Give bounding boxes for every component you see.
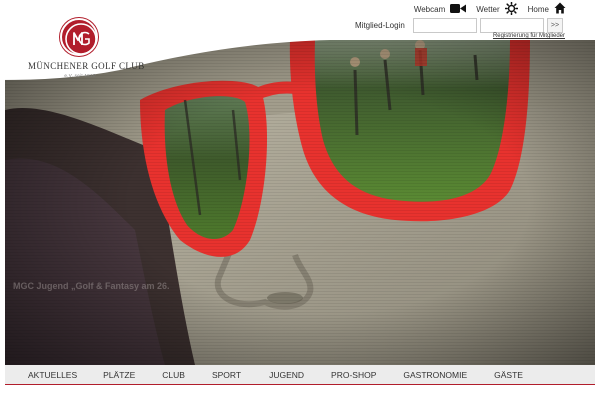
mgc-logo-icon (60, 18, 98, 56)
hero-image (5, 40, 595, 365)
nav-jugend[interactable]: JUGEND (269, 370, 304, 380)
top-links: Webcam Wetter Home (404, 1, 566, 17)
member-login: Mitglied-Login >> (355, 17, 563, 33)
register-link[interactable]: Registrierung für Mitglieder (493, 33, 565, 39)
password-input[interactable] (480, 17, 544, 33)
main-nav: AKTUELLES PLÄTZE CLUB SPORT JUGEND PRO-S… (5, 365, 595, 385)
nav-sport[interactable]: SPORT (212, 370, 241, 380)
nav-gaeste[interactable]: GÄSTE (494, 370, 523, 380)
home-link[interactable]: Home (528, 2, 566, 16)
login-label: Mitglied-Login (355, 20, 405, 30)
weather-label: Wetter (476, 4, 500, 14)
hero-banner[interactable]: MGC Jugend „Golf & Fantasy am 26. (5, 40, 595, 365)
nav-plaetze[interactable]: PLÄTZE (103, 370, 135, 380)
nav-aktuelles[interactable]: AKTUELLES (28, 370, 77, 380)
sun-icon (504, 1, 518, 17)
weather-link[interactable]: Wetter (476, 1, 518, 17)
nav-pro-shop[interactable]: PRO-SHOP (331, 370, 376, 380)
home-icon (554, 2, 566, 16)
login-submit-button[interactable]: >> (547, 17, 563, 33)
webcam-label: Webcam (413, 4, 446, 14)
home-label: Home (527, 4, 549, 14)
nav-club[interactable]: CLUB (162, 370, 185, 380)
nav-gastronomie[interactable]: GASTRONOMIE (403, 370, 467, 380)
username-input[interactable] (413, 17, 477, 33)
video-camera-icon (450, 3, 467, 16)
club-logo[interactable]: MÜNCHENER GOLF CLUB e.V. seit 1910 (28, 18, 145, 78)
logo-subline: e.V. seit 1910 (64, 73, 96, 78)
hero-caption[interactable]: MGC Jugend „Golf & Fantasy am 26. (13, 281, 170, 291)
webcam-link[interactable]: Webcam (413, 3, 467, 16)
logo-name: MÜNCHENER GOLF CLUB (28, 61, 145, 71)
